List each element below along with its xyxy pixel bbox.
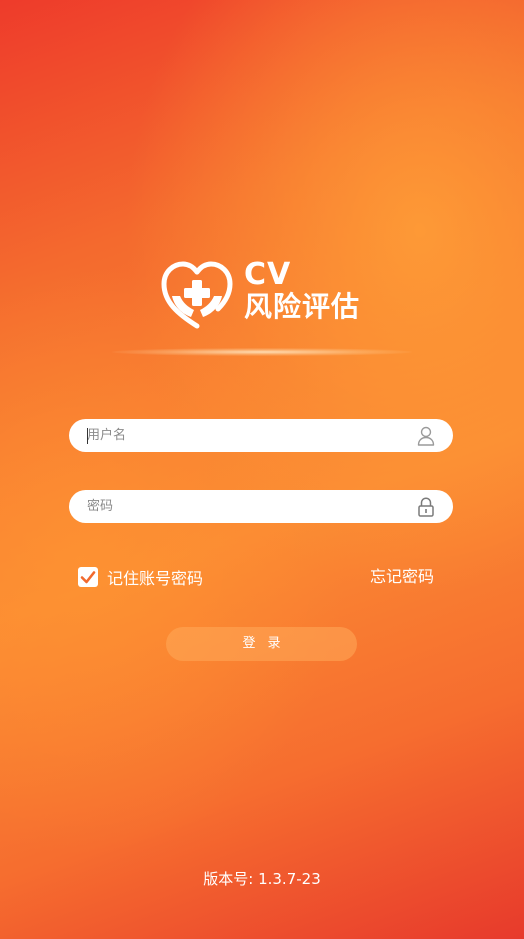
remember-checkbox[interactable] — [78, 567, 98, 587]
logo-glow-divider — [112, 348, 412, 356]
forgot-password-link[interactable]: 忘记密码 — [370, 565, 434, 589]
remember-label: 记住账号密码 — [107, 569, 204, 588]
password-field[interactable] — [69, 490, 453, 523]
app-logo: CV 风险评估 — [158, 258, 373, 332]
logo-cv-text: CV — [244, 257, 292, 292]
user-icon — [417, 426, 435, 446]
heart-hands-medical-cross-icon — [161, 261, 233, 329]
checkmark-icon — [80, 571, 96, 584]
version-label: 版本号: 1.3.7-23 — [203, 870, 321, 888]
lock-icon — [418, 497, 434, 517]
logo-text: CV 风险评估 — [244, 260, 360, 324]
login-button[interactable]: 登录 — [166, 627, 357, 661]
text-caret — [87, 428, 88, 444]
password-input[interactable] — [87, 490, 407, 523]
remember-credentials[interactable]: 记住账号密码 — [78, 565, 203, 589]
logo-app-name: 风险评估 — [244, 290, 361, 323]
username-input[interactable] — [87, 419, 407, 452]
username-field[interactable] — [69, 419, 453, 452]
